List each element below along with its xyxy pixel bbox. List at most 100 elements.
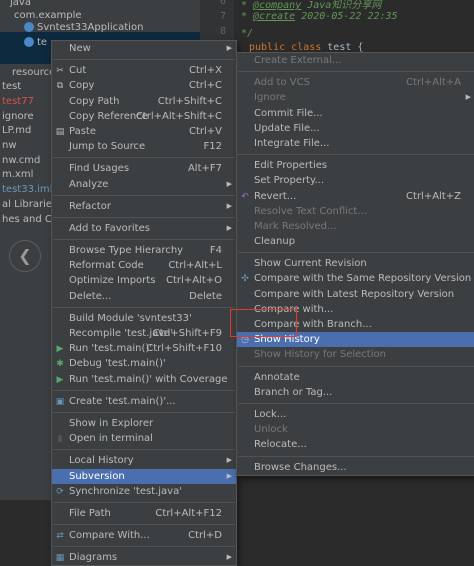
menu-item-reformat-code[interactable]: Reformat Code Ctrl+Alt+L: [52, 258, 236, 273]
menu-item-annotate[interactable]: Annotate: [237, 370, 474, 385]
menu-item-new[interactable]: New ▶: [52, 41, 236, 56]
menu-item-shortcut: F12: [203, 141, 222, 153]
menu-item-compare-with-the-same-repository-version[interactable]: ✣ Compare with the Same Repository Versio…: [237, 271, 474, 286]
menu-item-delete[interactable]: Delete... Delete: [52, 289, 236, 304]
menu-item-label: Compare With...: [69, 530, 150, 542]
menu-item-label: Browse Type Hierarchy: [69, 245, 184, 257]
tree-item-label: te: [37, 37, 48, 48]
menu-item-update-file[interactable]: Update File...: [237, 121, 474, 136]
menu-item-set-property[interactable]: Set Property...: [237, 173, 474, 188]
menu-item-label: Integrate File...: [254, 137, 330, 149]
menu-item-analyze[interactable]: Analyze ▶: [52, 177, 236, 192]
menu-item-diagrams[interactable]: ▦ Diagrams ▶: [52, 550, 236, 565]
code-token: 2020-05-22 22:35: [295, 11, 398, 22]
tree-item-ignore[interactable]: ignore: [2, 110, 34, 124]
tree-item-test33-iml[interactable]: test33.iml: [2, 183, 52, 197]
menu-separator: [53, 59, 235, 61]
menu-item-revert[interactable]: ↶ Revert... Ctrl+Alt+Z: [237, 189, 474, 204]
menu-item-refactor[interactable]: Refactor ▶: [52, 199, 236, 214]
menu-item-resolve-text-conflict: Resolve Text Conflict...: [237, 204, 474, 219]
submenu-arrow-icon: ▶: [226, 179, 232, 188]
menu-item-relocate[interactable]: Relocate...: [237, 437, 474, 452]
menu-item-open-in-terminal[interactable]: ▮ Open in terminal: [52, 431, 236, 446]
menu-item-label: Local History: [69, 455, 134, 467]
menu-item-label: Add to VCS: [254, 77, 310, 89]
menu-item-shortcut: Ctrl+Alt+Z: [406, 190, 461, 202]
menu-item-copy-reference[interactable]: Copy Reference Ctrl+Alt+Shift+C: [52, 109, 236, 124]
menu-item-run-test-main-with-coverage[interactable]: ▶ Run 'test.main()' with Coverage: [52, 372, 236, 387]
tree-item-te[interactable]: te: [24, 36, 47, 50]
nav-back-button[interactable]: ❮: [9, 240, 41, 272]
menu-item-edit-properties[interactable]: Edit Properties: [237, 158, 474, 173]
menu-item-label: New: [69, 43, 91, 54]
coverage-icon: ▶: [56, 374, 64, 385]
menu-item-compare-with[interactable]: ⇄ Compare With... Ctrl+D: [52, 528, 236, 543]
menu-item-shortcut: Delete: [189, 290, 222, 302]
menu-item-label: Refactor: [69, 200, 111, 212]
compare-icon: ⇄: [56, 531, 64, 542]
menu-item-label: Resolve Text Conflict...: [254, 205, 367, 217]
menu-item-copy-path[interactable]: Copy Path Ctrl+Shift+C: [52, 94, 236, 109]
menu-item-browse-changes[interactable]: Browse Changes...: [237, 460, 474, 475]
code-token: @company: [253, 0, 302, 11]
menu-item-recompile-test-java[interactable]: Recompile 'test.java' Ctrl+Shift+F9: [52, 326, 236, 341]
tree-item-label: test33.iml: [2, 184, 53, 195]
menu-item-integrate-file[interactable]: Integrate File...: [237, 136, 474, 151]
tree-item-test77[interactable]: test77: [2, 95, 34, 109]
menu-item-compare-with-branch[interactable]: Compare with Branch...: [237, 317, 474, 332]
menu-item-lock[interactable]: Lock...: [237, 407, 474, 422]
tree-item-label: Svntest33Application: [37, 22, 144, 33]
menu-item-label: Show Current Revision: [254, 258, 367, 270]
line-number: 7: [219, 11, 226, 22]
menu-item-subversion[interactable]: Subversion ▶: [52, 468, 236, 484]
menu-item-label: Relocate...: [254, 439, 307, 451]
menu-item-build-module-svntest33[interactable]: Build Module 'svntest33': [52, 311, 236, 326]
tree-item-test[interactable]: test: [2, 80, 21, 94]
menu-item-ignore: Ignore ▶: [237, 90, 474, 105]
menu-item-cleanup[interactable]: Cleanup: [237, 234, 474, 249]
tree-item-al-libraries[interactable]: al Libraries: [2, 198, 57, 212]
menu-item-cut[interactable]: ✂ Cut Ctrl+X: [52, 63, 236, 78]
menu-item-copy[interactable]: ⧉ Copy Ctrl+C: [52, 78, 236, 93]
menu-item-compare-with-latest-repository-version[interactable]: Compare with Latest Repository Version: [237, 287, 474, 302]
menu-item-paste[interactable]: ▤ Paste Ctrl+V: [52, 124, 236, 139]
menu-item-show-current-revision[interactable]: Show Current Revision: [237, 256, 474, 271]
code-line: * @create 2020-05-22 22:35: [241, 11, 398, 22]
menu-item-unlock: Unlock: [237, 422, 474, 437]
menu-item-shortcut: F4: [209, 245, 222, 257]
tree-item-lp-md[interactable]: LP.md: [2, 124, 31, 138]
menu-item-label: Branch or Tag...: [254, 386, 333, 398]
tree-item-m-xml[interactable]: m.xml: [2, 168, 33, 182]
menu-item-compare-with[interactable]: Compare with...: [237, 302, 474, 317]
context-menu: New ▶ ✂ Cut Ctrl+X ⧉ Copy Ctrl+C Copy Path Ctrl+S…: [51, 40, 237, 566]
menu-item-add-to-favorites[interactable]: Add to Favorites ▶: [52, 221, 236, 236]
menu-item-commit-file[interactable]: Commit File...: [237, 106, 474, 121]
menu-item-synchronize-test-java[interactable]: ⟳ Synchronize 'test.java': [52, 484, 236, 499]
menu-item-show-history[interactable]: ◷ Show History: [237, 332, 474, 348]
tree-item-label: test: [2, 81, 22, 92]
menu-item-find-usages[interactable]: Find Usages Alt+F7: [52, 161, 236, 176]
menu-item-optimize-imports[interactable]: Optimize Imports Ctrl+Alt+O: [52, 273, 236, 288]
menu-item-create-test-main[interactable]: ▣ Create 'test.main()'...: [52, 394, 236, 409]
menu-item-browse-type-hierarchy[interactable]: Browse Type Hierarchy F4: [52, 243, 236, 258]
submenu-arrow-icon: ▶: [465, 93, 471, 102]
tree-item-nw-cmd[interactable]: nw.cmd: [2, 154, 40, 168]
tree-item-svntest33application[interactable]: Svntest33Application: [24, 21, 143, 35]
menu-item-debug-test-main[interactable]: ✱ Debug 'test.main()': [52, 356, 236, 371]
menu-item-label: Run 'test.main()' with Coverage: [69, 373, 228, 385]
menu-item-label: Analyze: [69, 178, 109, 190]
menu-item-label: Reformat Code: [69, 260, 144, 272]
menu-item-label: Unlock: [254, 424, 288, 436]
tree-item-label: LP.md: [2, 125, 32, 136]
tree-item-nw[interactable]: nw: [2, 139, 17, 153]
menu-item-branch-or-tag[interactable]: Branch or Tag...: [237, 385, 474, 400]
menu-item-local-history[interactable]: Local History ▶: [52, 453, 236, 468]
terminal-icon: ▮: [57, 434, 63, 445]
menu-item-label: Set Property...: [254, 175, 325, 187]
menu-item-label: Build Module 'svntest33': [69, 312, 192, 324]
menu-item-run-test-main[interactable]: ▶ Run 'test.main()' Ctrl+Shift+F10: [52, 341, 236, 356]
menu-item-label: Compare with Latest Repository Version: [254, 288, 455, 300]
menu-item-file-path[interactable]: File Path Ctrl+Alt+F12: [52, 506, 236, 521]
menu-item-jump-to-source[interactable]: Jump to Source F12: [52, 139, 236, 154]
menu-item-show-in-explorer[interactable]: Show in Explorer: [52, 416, 236, 431]
